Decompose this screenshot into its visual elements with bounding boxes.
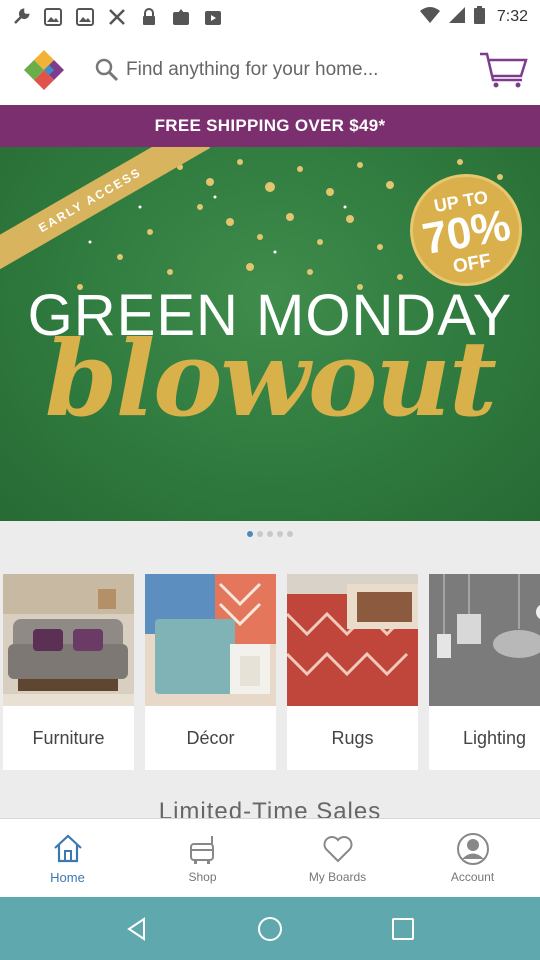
wayfair-logo-icon[interactable] — [22, 48, 66, 92]
section-heading: Limited-Time Sales — [158, 798, 382, 818]
carousel-dot[interactable] — [287, 531, 293, 537]
carousel-dot[interactable] — [247, 531, 253, 537]
category-label: Furniture — [32, 727, 105, 748]
shop-icon — [189, 836, 214, 864]
nav-account[interactable]: Account — [405, 819, 540, 897]
carousel-dots — [0, 531, 540, 537]
home-circle-icon[interactable] — [255, 914, 285, 944]
nav-label: Shop — [188, 870, 217, 884]
notification-icons — [12, 8, 222, 26]
nav-label: Account — [450, 870, 495, 884]
nav-my-boards[interactable]: My Boards — [270, 819, 405, 897]
nav-shop[interactable]: Shop — [135, 819, 270, 897]
decor-image — [145, 574, 276, 706]
system-nav-bar — [0, 897, 540, 960]
hero-banner[interactable]: EARLY ACCESS UP TO 70% OFF GREEN MONDAY … — [0, 147, 540, 521]
bottom-nav: Home Shop My Boards Account — [0, 818, 540, 897]
lock-icon — [140, 8, 158, 26]
cart-icon[interactable] — [478, 50, 530, 90]
carousel-dot[interactable] — [277, 531, 283, 537]
rugs-image — [287, 574, 418, 706]
wifi-icon — [419, 6, 440, 29]
carousel-dot[interactable] — [257, 531, 263, 537]
category-label: Décor — [186, 727, 235, 748]
category-furniture[interactable]: Furniture — [3, 574, 134, 770]
carousel-dot[interactable] — [267, 531, 273, 537]
image-icon — [44, 8, 62, 26]
account-icon — [456, 833, 489, 865]
lighting-image — [429, 574, 540, 706]
wrench-icon — [12, 8, 30, 26]
category-label: Rugs — [331, 727, 374, 748]
furniture-image — [3, 574, 134, 706]
app-header — [0, 34, 540, 105]
free-shipping-banner[interactable]: FREE SHIPPING OVER $49* — [0, 105, 540, 147]
image-icon — [76, 8, 94, 26]
status-bar: 7:32 — [0, 0, 540, 34]
app-screen: 7:32 FREE SHIPPING OVER $49* — [0, 0, 540, 960]
category-rugs[interactable]: Rugs — [287, 574, 418, 770]
category-row: Furniture Décor Rugs Lighting — [3, 574, 540, 770]
photo-upload-icon — [172, 8, 190, 26]
category-label: Lighting — [462, 727, 527, 748]
nav-label: My Boards — [308, 870, 367, 884]
category-lighting[interactable]: Lighting — [429, 574, 540, 770]
nav-label: Home — [50, 869, 85, 885]
status-time: 7:32 — [496, 8, 528, 25]
battery-icon — [473, 5, 485, 29]
hero-script: blowout — [44, 317, 497, 440]
system-status: 7:32 — [419, 5, 528, 29]
home-icon — [53, 834, 82, 862]
search-box[interactable] — [94, 48, 454, 92]
heart-icon — [323, 836, 352, 863]
category-decor[interactable]: Décor — [145, 574, 276, 770]
search-input[interactable] — [126, 58, 446, 81]
recents-icon[interactable] — [388, 914, 418, 944]
search-icon — [95, 58, 119, 81]
play-store-icon — [204, 8, 222, 26]
back-icon[interactable] — [122, 914, 152, 944]
tools-icon — [108, 8, 126, 26]
nav-home[interactable]: Home — [0, 819, 135, 897]
signal-icon — [448, 6, 466, 29]
